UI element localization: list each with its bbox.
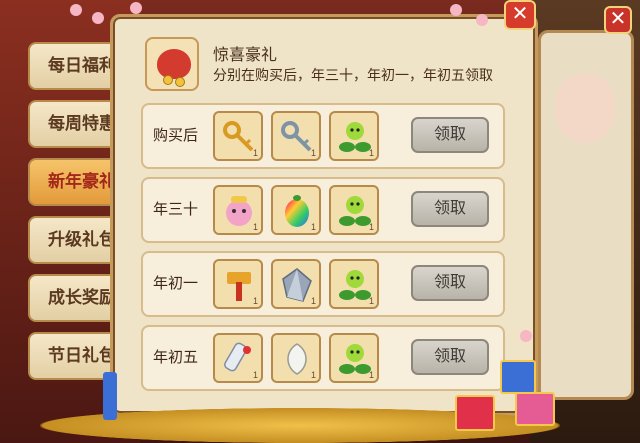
golden-hammer-icon[interactable]: 1 [213,259,263,309]
claim-button[interactable]: 领取 [411,117,489,153]
background-close-icon[interactable]: ✕ [604,6,632,34]
blossom-decoration [450,4,462,16]
reward-rows: 购买后 1 1 1 领取 年三十 1 1 1 领取 年初一 1 1 1 领取 年… [141,103,505,399]
green-sprout-icon[interactable]: 1 [329,111,379,161]
reward-row: 年初五 1 1 1 领取 [141,325,505,391]
silver-key-icon[interactable]: 1 [271,111,321,161]
green-sprout-icon[interactable]: 1 [329,185,379,235]
background-right [530,0,640,443]
tab-growth[interactable]: 成长奖励 [28,274,118,322]
lucky-cat-decoration [555,73,615,143]
reward-row: 年初一 1 1 1 领取 [141,251,505,317]
panel-title: 惊喜豪礼 [213,47,278,64]
background-offer-card [538,30,634,400]
claim-button[interactable]: 领取 [411,191,489,227]
claim-button[interactable]: 领取 [411,265,489,301]
panel-header: 惊喜豪礼 分别在购买后，年三十，年初一，年初五领取 [145,37,515,93]
left-tab-list: 每日福利 每周特惠 新年豪礼 升级礼包 成长奖励 节日礼包 [28,42,118,390]
green-sprout-icon[interactable]: 1 [329,259,379,309]
row-label: 年初五 [153,349,199,366]
gift-box-decoration [455,395,495,431]
item-count: 1 [368,222,374,232]
claim-button[interactable]: 领取 [411,339,489,375]
green-sprout-icon[interactable]: 1 [329,333,379,383]
item-count: 1 [310,148,316,158]
firecracker-decoration [103,372,117,420]
item-count: 1 [368,148,374,158]
item-count: 1 [252,296,258,306]
item-count: 1 [368,370,374,380]
close-icon[interactable]: ✕ [504,0,536,30]
tab-new-year[interactable]: 新年豪礼 [28,158,118,206]
item-count: 1 [310,222,316,232]
gift-box-decoration [515,392,555,426]
item-count: 1 [310,370,316,380]
gift-box-decoration [500,360,536,394]
blossom-decoration [70,4,82,16]
gold-key-icon[interactable]: 1 [213,111,263,161]
row-label: 购买后 [153,127,199,144]
rainbow-egg-icon[interactable]: 1 [271,185,321,235]
blossom-decoration [520,330,532,342]
tab-daily[interactable]: 每日福利 [28,42,118,90]
item-count: 1 [310,296,316,306]
white-gem-icon[interactable]: 1 [271,333,321,383]
crystal-icon[interactable]: 1 [271,259,321,309]
tab-weekly[interactable]: 每周特惠 [28,100,118,148]
row-label: 年初一 [153,275,199,292]
blossom-decoration [130,2,142,14]
blossom-decoration [476,14,488,26]
reward-row: 购买后 1 1 1 领取 [141,103,505,169]
blossom-decoration [92,12,104,24]
row-label: 年三十 [153,201,199,218]
scroll-icon[interactable]: 1 [213,333,263,383]
item-count: 1 [252,148,258,158]
lucky-bag-icon [145,37,199,91]
item-count: 1 [368,296,374,306]
pink-pet-icon[interactable]: 1 [213,185,263,235]
reward-row: 年三十 1 1 1 领取 [141,177,505,243]
tab-upgrade[interactable]: 升级礼包 [28,216,118,264]
item-count: 1 [252,370,258,380]
gift-panel: 惊喜豪礼 分别在购买后，年三十，年初一，年初五领取 购买后 1 1 1 领取 年… [110,14,538,416]
panel-subtitle: 分别在购买后，年三十，年初一，年初五领取 [213,67,493,83]
item-count: 1 [252,222,258,232]
